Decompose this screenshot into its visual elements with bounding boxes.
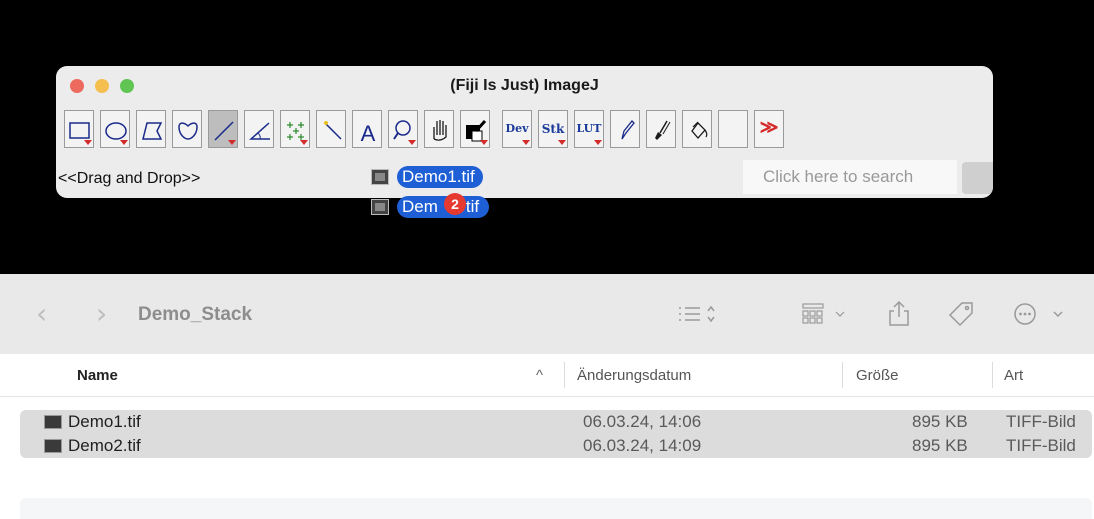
svg-text:A: A [361, 121, 376, 146]
dev-menu-button[interactable]: Dev [502, 110, 532, 148]
file-name: Demo2.tif [68, 436, 141, 455]
date-column-header[interactable]: Änderungsdatum [577, 367, 691, 385]
file-row[interactable]: Demo2.tif 06.03.24, 14:09 895 KB TIFF-Bi… [20, 434, 1092, 458]
text-tool-icon[interactable]: A [352, 110, 382, 148]
stk-menu-button[interactable]: Stk [538, 110, 568, 148]
status-bar-text: <<Drag and Drop>> [58, 170, 201, 187]
freehand-tool-icon[interactable] [172, 110, 202, 148]
drag-count-badge: 2 [444, 193, 466, 215]
wand-tool-icon[interactable] [316, 110, 346, 148]
forward-button[interactable]: › [96, 299, 107, 329]
magnifier-tool-icon[interactable] [388, 110, 418, 148]
more-tools-button[interactable]: ≫ [754, 110, 784, 148]
folder-title: Demo_Stack [138, 304, 253, 325]
polygon-tool-icon[interactable] [136, 110, 166, 148]
imagej-window: (Fiji Is Just) ImageJ A Dev Stk LUT ≫ <<… [56, 66, 993, 198]
finder-toolbar: ‹ › Demo_Stack [0, 274, 1094, 355]
empty-list-row [20, 498, 1092, 519]
drag-item-label: Demo1.tif [397, 166, 483, 188]
kind-column-header[interactable]: Art [1004, 367, 1023, 385]
multipoint-tool-icon[interactable] [280, 110, 310, 148]
file-name: Demo1.tif [68, 412, 141, 431]
list-view-icon[interactable] [676, 300, 722, 333]
more-actions-icon[interactable] [1012, 300, 1072, 333]
color-picker-tool-icon[interactable] [460, 110, 490, 148]
window-title: (Fiji Is Just) ImageJ [450, 77, 599, 94]
back-button[interactable]: ‹ [36, 299, 47, 329]
file-row[interactable]: Demo1.tif 06.03.24, 14:06 895 KB TIFF-Bi… [20, 410, 1092, 434]
drag-item-label: Dem tif [397, 196, 489, 218]
hand-tool-icon[interactable] [424, 110, 454, 148]
pencil-tool-icon[interactable] [610, 110, 640, 148]
tag-icon[interactable] [946, 300, 976, 333]
file-date: 06.03.24, 14:06 [583, 412, 702, 431]
share-icon[interactable] [886, 300, 912, 333]
file-size: 895 KB [912, 412, 968, 431]
file-kind: TIFF-Bild [1006, 412, 1076, 431]
column-header-row: Name ^ Änderungsdatum Größe Art [0, 354, 1094, 397]
paintbrush-tool-icon[interactable] [646, 110, 676, 148]
search-input[interactable]: Click here to search [743, 160, 957, 194]
group-view-icon[interactable] [800, 300, 850, 333]
size-column-header[interactable]: Größe [856, 367, 899, 385]
rectangle-tool-icon[interactable] [64, 110, 94, 148]
sort-ascending-icon[interactable]: ^ [536, 367, 543, 385]
name-column-header[interactable]: Name [77, 367, 118, 385]
empty-tool-slot [718, 110, 748, 148]
line-tool-icon[interactable] [208, 110, 238, 148]
image-file-icon [44, 415, 62, 429]
image-file-icon [371, 169, 389, 185]
angle-tool-icon[interactable] [244, 110, 274, 148]
flood-fill-tool-icon[interactable] [682, 110, 712, 148]
lut-menu-button[interactable]: LUT [574, 110, 604, 148]
file-size: 895 KB [912, 436, 968, 455]
finder-window: ‹ › Demo_Stack Name ^ Änderungsdatum Grö… [0, 274, 1094, 519]
oval-tool-icon[interactable] [100, 110, 130, 148]
image-file-icon [371, 199, 389, 215]
search-options-button[interactable] [962, 162, 993, 194]
file-kind: TIFF-Bild [1006, 436, 1076, 455]
file-date: 06.03.24, 14:09 [583, 436, 702, 455]
image-file-icon [44, 439, 62, 453]
